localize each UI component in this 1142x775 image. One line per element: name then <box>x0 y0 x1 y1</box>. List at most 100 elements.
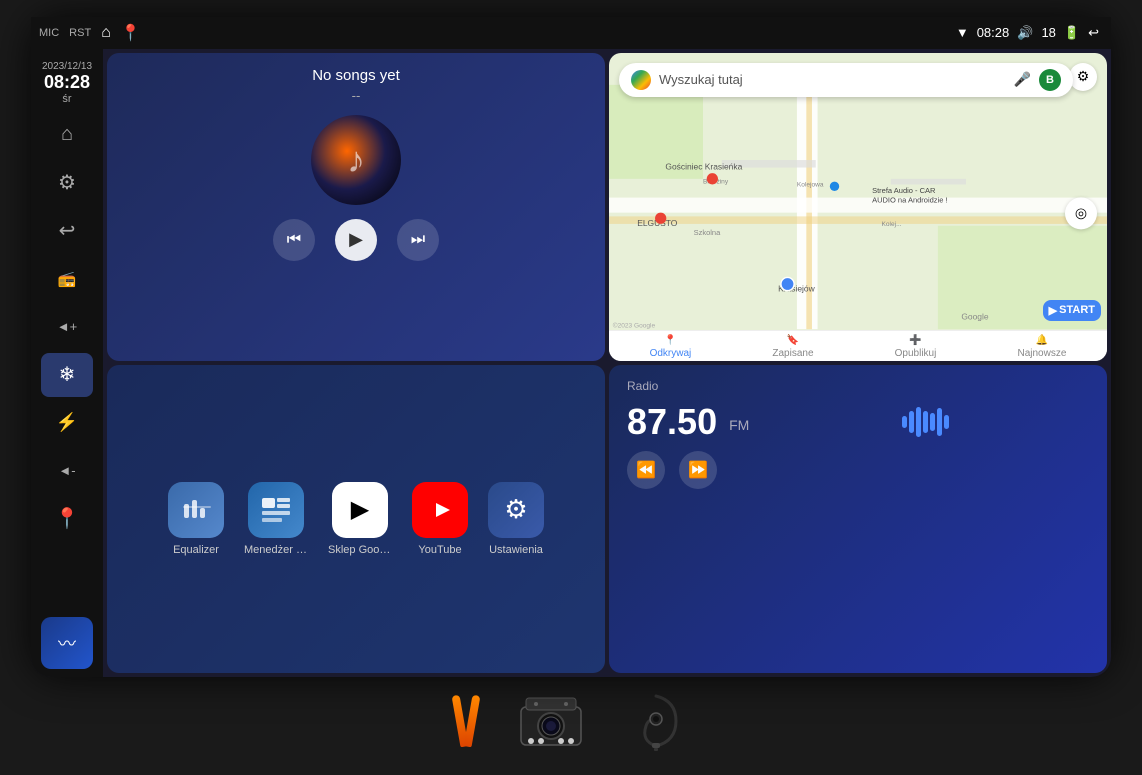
app-manager[interactable]: Menedżer P... <box>244 482 308 556</box>
equalizer-label: Equalizer <box>173 544 219 556</box>
svg-text:Kolej...: Kolej... <box>881 220 901 227</box>
map-bottom-nav: 📍 Odkrywaj 🔖 Zapisane ➕ Opublikuj 🔔 <box>609 330 1107 361</box>
radio-panel: Radio 87.50 FM <box>609 365 1107 673</box>
pry-tools <box>456 695 476 747</box>
app-play-store[interactable]: ▶ Sklep Googl... <box>328 482 392 556</box>
svg-text:Szkolna: Szkolna <box>694 228 722 237</box>
wifi-icon: ▼ <box>956 25 969 40</box>
radio-rewind-button[interactable]: ⏪ <box>627 451 665 489</box>
volume-icon: 🔊 <box>1017 25 1033 41</box>
map-avatar: B <box>1039 69 1061 91</box>
sidebar-audio-widget[interactable]: 〰 <box>41 617 93 669</box>
sidebar-item-bt[interactable]: ⚡ <box>41 401 93 445</box>
maps-icon: 📍 <box>121 23 141 43</box>
radio-freq-row: 87.50 FM <box>627 401 1089 443</box>
volume-level: 18 <box>1041 25 1055 40</box>
map-search-text: Wyszukaj tutaj <box>659 72 1006 87</box>
camera-svg <box>516 693 586 749</box>
car-stereo-device: MIC RST ⌂ 📍 ▼ 08:28 🔊 18 🔋 ↩ 2023/12/13 … <box>31 17 1111 677</box>
map-mic-icon[interactable]: 🎤 <box>1014 71 1031 88</box>
manager-label: Menedżer P... <box>244 544 308 556</box>
song-title: No songs yet <box>312 67 400 84</box>
album-art <box>311 115 401 205</box>
map-nav-saved[interactable]: 🔖 Zapisane <box>772 335 813 359</box>
map-nav-updates[interactable]: 🔔 Najnowsze <box>1017 335 1066 359</box>
map-settings-button[interactable]: ⚙ <box>1069 63 1097 91</box>
saved-icon: 🔖 <box>787 335 799 346</box>
sidebar-item-vol-up[interactable]: ◄+ <box>41 305 93 349</box>
radio-label: Radio <box>627 379 1089 393</box>
play-store-label: Sklep Googl... <box>328 544 392 556</box>
apps-grid: Equalizer <box>168 482 544 556</box>
map-panel[interactable]: Gościniec Krasieńka ELGUSTO Strefa Audio… <box>609 53 1107 361</box>
radio-band: FM <box>729 417 749 433</box>
equalizer-icon <box>168 482 224 538</box>
svg-text:Gościniec Krasieńka: Gościniec Krasieńka <box>665 161 742 171</box>
google-maps-icon <box>631 70 651 90</box>
mic-label: MIC <box>39 27 59 39</box>
pry-tools-item <box>456 695 476 747</box>
radio-frequency: 87.50 <box>627 401 717 443</box>
settings-label: Ustawienia <box>489 544 543 556</box>
sidebar-day: śr <box>42 93 92 105</box>
app-equalizer[interactable]: Equalizer <box>168 482 224 556</box>
audio-wave-icon: 〰 <box>58 630 76 656</box>
pry-tool-2 <box>464 694 481 747</box>
home-icon: ⌂ <box>101 24 111 42</box>
sidebar-item-back[interactable]: ↩ <box>41 209 93 253</box>
song-subtitle: -- <box>352 88 361 103</box>
status-time: 08:28 <box>977 25 1010 40</box>
rst-label: RST <box>69 27 91 39</box>
earphones-item <box>626 691 686 751</box>
sidebar-item-radio[interactable]: 📻 <box>41 257 93 301</box>
settings-icon: ⚙ <box>488 482 544 538</box>
sidebar-time: 2023/12/13 08:28 śr <box>40 57 94 109</box>
youtube-label: YouTube <box>418 544 461 556</box>
battery-icon: 🔋 <box>1064 25 1080 41</box>
radio-wave-visual <box>761 407 1089 437</box>
play-store-icon: ▶ <box>332 482 388 538</box>
map-nav-contribute[interactable]: ➕ Opublikuj <box>895 335 937 359</box>
sidebar-clock: 08:28 <box>42 72 92 93</box>
music-panel: No songs yet -- ⏮ ▶ ⏭ <box>107 53 605 361</box>
main-area: 2023/12/13 08:28 śr ⌂ ⚙ ↩ 📻 ◄+ ❄ ⚡ ◄- 📍 … <box>31 49 1111 677</box>
content-area: No songs yet -- ⏮ ▶ ⏭ <box>103 49 1111 677</box>
start-icon: ▶ <box>1049 304 1057 317</box>
sidebar-item-climate[interactable]: ❄ <box>41 353 93 397</box>
svg-text:Google: Google <box>961 311 989 321</box>
youtube-icon <box>412 482 468 538</box>
play-button[interactable]: ▶ <box>335 219 377 261</box>
sidebar: 2023/12/13 08:28 śr ⌂ ⚙ ↩ 📻 ◄+ ❄ ⚡ ◄- 📍 … <box>31 49 103 677</box>
svg-text:©2023 Google: ©2023 Google <box>613 321 656 329</box>
radio-controls: ⏪ ⏩ <box>627 451 1089 489</box>
camera-item <box>516 693 586 749</box>
discover-icon: 📍 <box>664 335 676 346</box>
sidebar-item-home[interactable]: ⌂ <box>41 113 93 157</box>
contribute-icon: ➕ <box>909 335 921 346</box>
accessories-section <box>31 677 1111 759</box>
apps-panel: Equalizer <box>107 365 605 673</box>
updates-icon: 🔔 <box>1036 335 1048 346</box>
sidebar-item-location[interactable]: 📍 <box>41 497 93 541</box>
radio-forward-button[interactable]: ⏩ <box>679 451 717 489</box>
map-start-button[interactable]: ▶ START <box>1043 300 1101 321</box>
next-button[interactable]: ⏭ <box>397 219 439 261</box>
map-compass[interactable]: ◎ <box>1065 197 1097 229</box>
svg-text:Strefa Audio - CAR: Strefa Audio - CAR <box>872 185 936 194</box>
svg-text:AUDIO na Androidzie !: AUDIO na Androidzie ! <box>872 195 947 204</box>
music-controls: ⏮ ▶ ⏭ <box>273 219 439 261</box>
sidebar-date: 2023/12/13 <box>42 61 92 72</box>
sidebar-item-vol-down[interactable]: ◄- <box>41 449 93 493</box>
sidebar-item-settings[interactable]: ⚙ <box>41 161 93 205</box>
app-youtube[interactable]: YouTube <box>412 482 468 556</box>
earphones-svg <box>626 691 686 751</box>
app-settings[interactable]: ⚙ Ustawienia <box>488 482 544 556</box>
status-bar: MIC RST ⌂ 📍 ▼ 08:28 🔊 18 🔋 ↩ <box>31 17 1111 49</box>
prev-button[interactable]: ⏮ <box>273 219 315 261</box>
device-wrapper: MIC RST ⌂ 📍 ▼ 08:28 🔊 18 🔋 ↩ 2023/12/13 … <box>31 17 1111 759</box>
map-nav-discover[interactable]: 📍 Odkrywaj <box>650 335 692 359</box>
map-search-bar[interactable]: Wyszukaj tutaj 🎤 B <box>619 63 1073 97</box>
back-icon[interactable]: ↩ <box>1088 25 1099 41</box>
svg-text:Kolejowa: Kolejowa <box>797 181 824 188</box>
manager-icon <box>248 482 304 538</box>
